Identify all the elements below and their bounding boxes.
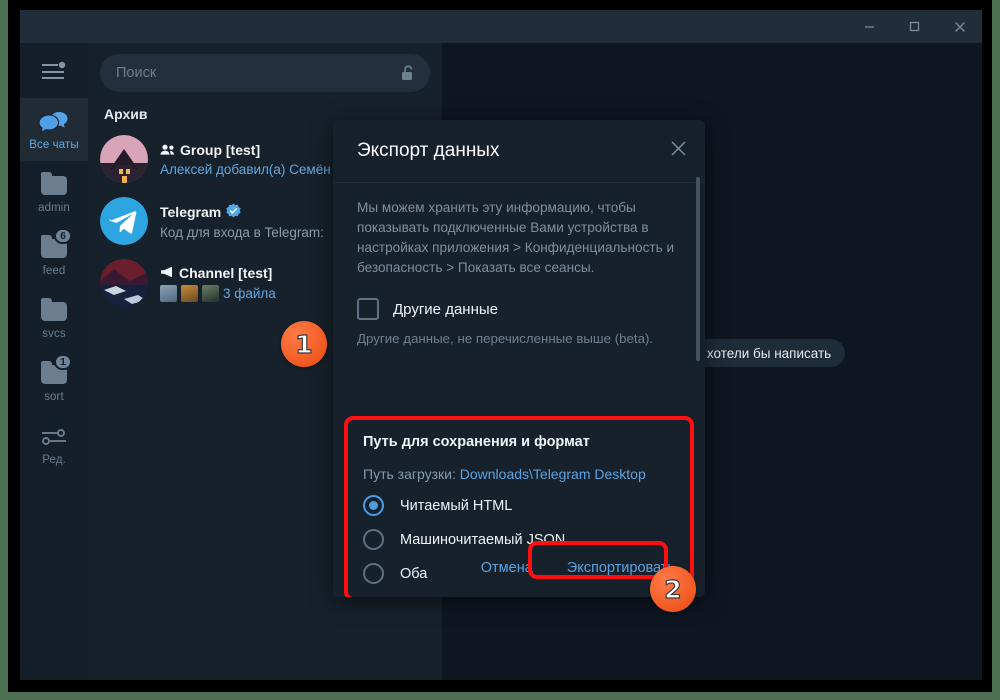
- chat-title: Telegram: [160, 203, 222, 220]
- sidebar-item-label: Ред.: [42, 454, 66, 466]
- download-path-link[interactable]: Downloads\Telegram Desktop: [460, 466, 646, 482]
- format-option-html[interactable]: Читаемый HTML: [363, 495, 675, 516]
- sidebar-item-sort[interactable]: 1 sort: [20, 350, 88, 413]
- sidebar-item-feed[interactable]: 6 feed: [20, 224, 88, 287]
- search-placeholder: Поиск: [116, 65, 157, 81]
- sidebar-item-label: sort: [44, 391, 64, 403]
- sidebar-item-all-chats[interactable]: Все чаты: [20, 98, 88, 161]
- other-data-checkbox-row[interactable]: Другие данные: [357, 298, 681, 320]
- folder-icon: [39, 171, 69, 199]
- dialog-header: Экспорт данных: [333, 120, 705, 182]
- dialog-scrollbar[interactable]: [696, 177, 700, 361]
- chat-title: Group [test]: [180, 141, 261, 158]
- folders-sidebar: Все чаты admin 6 feed svcs 1 sort Ред.: [20, 43, 88, 680]
- title-bar: [20, 10, 982, 43]
- unread-badge: 6: [54, 228, 72, 244]
- step-marker-1: 1: [281, 321, 327, 367]
- sidebar-item-label: feed: [42, 265, 66, 277]
- checkbox[interactable]: [357, 298, 379, 320]
- avatar: [100, 135, 148, 183]
- thumb-bird: [160, 284, 177, 302]
- unread-badge: 1: [54, 354, 72, 370]
- export-highlight-box: [528, 541, 668, 579]
- download-path-row: Путь загрузки: Downloads\Telegram Deskto…: [363, 466, 675, 482]
- unlock-icon[interactable]: [401, 65, 416, 86]
- avatar: [100, 197, 148, 245]
- chat-title: Channel [test]: [179, 264, 273, 281]
- maximize-icon[interactable]: [892, 10, 937, 43]
- dialog-body: Мы можем хранить эту информацию, чтобы п…: [333, 182, 705, 597]
- dialog-paragraph: Мы можем хранить эту информацию, чтобы п…: [357, 200, 675, 275]
- avatar: [100, 259, 148, 307]
- checkbox-hint: Другие данные, не перечисленные выше (be…: [357, 331, 654, 346]
- option-label: Читаемый HTML: [400, 497, 513, 514]
- divider: [333, 182, 705, 183]
- dialog-title: Экспорт данных: [357, 140, 500, 161]
- sidebar-item-label: svcs: [42, 328, 66, 340]
- folder-icon: 1: [39, 354, 72, 388]
- verified-badge-icon: [226, 203, 241, 221]
- checkbox-label: Другие данные: [393, 300, 498, 318]
- thumb-forest: [202, 284, 219, 302]
- group-icon: [160, 142, 175, 158]
- chats-icon: [39, 108, 69, 136]
- sidebar-item-admin[interactable]: admin: [20, 161, 88, 224]
- telegram-desktop-window: Все чаты admin 6 feed svcs 1 sort Ред. П…: [20, 10, 982, 680]
- sidebar-item-svcs[interactable]: svcs: [20, 287, 88, 350]
- chat-subtitle: 3 файла: [223, 285, 276, 301]
- sidebar-item-label: admin: [38, 202, 70, 214]
- export-data-dialog: Экспорт данных Мы можем хранить эту инфо…: [333, 120, 705, 597]
- radio-button[interactable]: [363, 495, 384, 516]
- sidebar-item-label: Все чаты: [29, 139, 79, 151]
- close-icon[interactable]: [937, 10, 982, 43]
- folder-icon: 6: [39, 228, 72, 262]
- sidebar-item-edit[interactable]: Ред.: [20, 413, 88, 476]
- close-icon[interactable]: [670, 140, 687, 162]
- step-marker-2: 2: [650, 566, 696, 612]
- download-path-label: Путь загрузки:: [363, 466, 456, 482]
- sliders-icon: [39, 423, 69, 451]
- megaphone-icon: [160, 265, 174, 281]
- minimize-icon[interactable]: [847, 10, 892, 43]
- screenshot-frame: Все чаты admin 6 feed svcs 1 sort Ред. П…: [0, 0, 1000, 700]
- search-input[interactable]: Поиск: [100, 54, 430, 92]
- hamburger-settings-icon[interactable]: [20, 43, 88, 98]
- search-area: Поиск: [88, 43, 442, 92]
- folder-icon: [39, 297, 69, 325]
- group-title: Путь для сохранения и формат: [363, 434, 590, 450]
- thumb-sunflower: [181, 284, 198, 302]
